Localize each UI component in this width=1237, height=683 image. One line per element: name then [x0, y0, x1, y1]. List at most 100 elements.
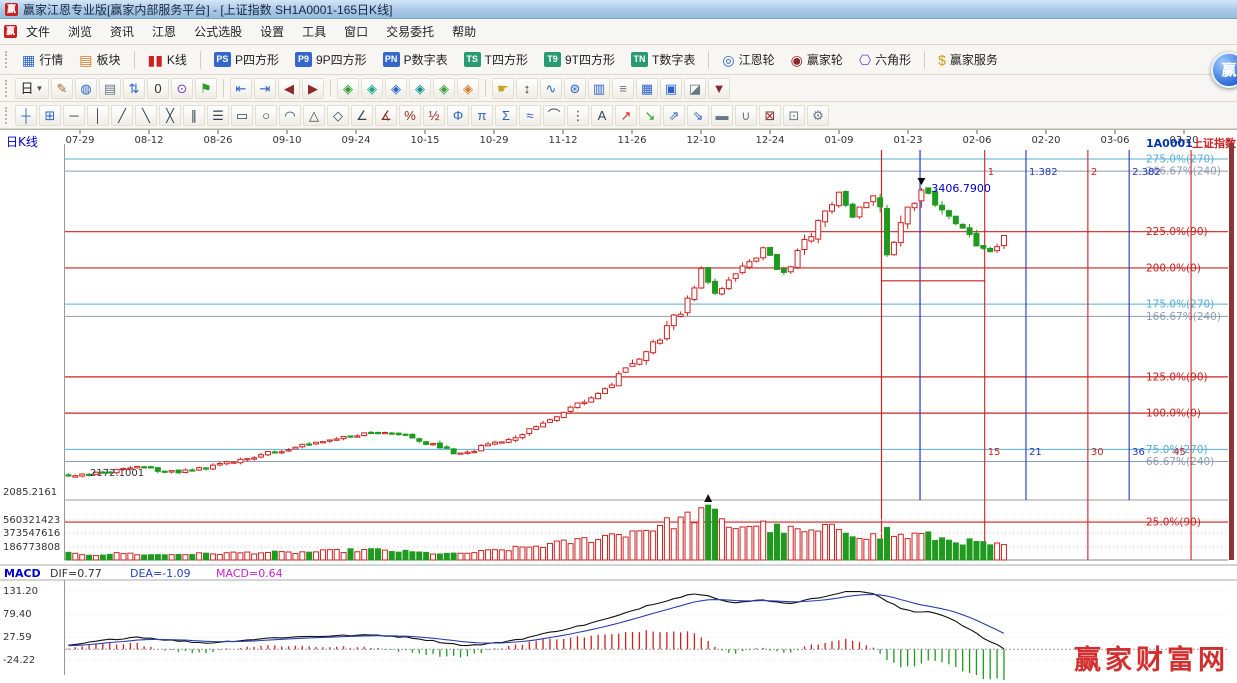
arc-tool-icon[interactable]: ◠ — [279, 105, 301, 126]
svg-text:560321423: 560321423 — [3, 515, 60, 526]
parallel-lines-tool-icon[interactable]: ☰ — [207, 105, 229, 126]
trend-down-line-tool-icon-glyph: ╲ — [142, 109, 150, 122]
winner-service-button[interactable]: $赢家服务 — [931, 47, 1005, 72]
go-last-icon[interactable]: ⇥ — [254, 78, 276, 99]
wave-count-tool-icon[interactable]: ≈ — [519, 105, 541, 126]
copy-data-icon[interactable]: ▤ — [99, 78, 121, 99]
t9-square-button[interactable]: T99T四方形 — [537, 47, 622, 72]
vertical-line-tool-icon[interactable]: │ — [87, 105, 109, 126]
ellipse-tool-icon-glyph: ○ — [262, 109, 270, 122]
trend-down-line-tool-icon[interactable]: ╲ — [135, 105, 157, 126]
diamond-tool-icon[interactable]: ◇ — [327, 105, 349, 126]
p-number-table-button[interactable]: PNP数字表 — [376, 47, 455, 72]
menu-1[interactable]: 文件 — [17, 19, 59, 44]
winner-wheel-button-label: 赢家轮 — [807, 51, 843, 68]
panel-layout-icon[interactable]: ▣ — [660, 78, 682, 99]
menu-8[interactable]: 窗口 — [335, 19, 377, 44]
channel-tool-icon[interactable]: ∥ — [183, 105, 205, 126]
angle-tool-icon[interactable]: ∠ — [351, 105, 373, 126]
export-icon[interactable]: ▼ — [708, 78, 730, 99]
settings-tool-icon-glyph: ⚙ — [812, 109, 824, 122]
go-first-icon[interactable]: ⇤ — [230, 78, 252, 99]
stamp-tool-icon[interactable]: ✎ — [51, 78, 73, 99]
prev-bar-icon[interactable]: ◀ — [278, 78, 300, 99]
menu-3[interactable]: 资讯 — [101, 19, 143, 44]
ellipse-tool-icon[interactable]: ○ — [255, 105, 277, 126]
zoom-icon[interactable]: ⊙ — [171, 78, 193, 99]
triangle-tool-icon[interactable]: △ — [303, 105, 325, 126]
reset-zero-icon[interactable]: 0 — [147, 78, 169, 99]
playback-flag-icon[interactable]: ⚑ — [195, 78, 217, 99]
pi-tool-icon[interactable]: π — [471, 105, 493, 126]
prev-bar-icon-glyph: ◀ — [284, 82, 294, 95]
menu-9[interactable]: 交易委托 — [377, 19, 443, 44]
golden-ratio-tool-icon[interactable]: Φ — [447, 105, 469, 126]
sectors-button[interactable]: ▤板块 — [72, 47, 127, 72]
text-note-tool-icon[interactable]: A — [591, 105, 613, 126]
channel-tool-icon-glyph: ∥ — [191, 109, 198, 122]
t-number-table-button[interactable]: TNT数字表 — [624, 47, 702, 72]
sectors-button-label: 板块 — [96, 51, 120, 68]
t-square-button[interactable]: TST四方形 — [457, 47, 535, 72]
trend-up-line-tool-icon[interactable]: ╱ — [111, 105, 133, 126]
gann-diamond-x-icon[interactable]: ◈ — [409, 78, 431, 99]
ruler-tool-icon[interactable]: ▬ — [711, 105, 733, 126]
gann-diamond-plus-icon[interactable]: ◈ — [337, 78, 359, 99]
gann-diamond-dot-icon[interactable]: ◈ — [457, 78, 479, 99]
gann-fan-tool-icon[interactable]: ∡ — [375, 105, 397, 126]
hexagon-button[interactable]: ⎔六角形 — [852, 47, 918, 72]
next-bar-icon[interactable]: ▶ — [302, 78, 324, 99]
menu-4[interactable]: 江恩 — [143, 19, 185, 44]
time-division-tool-icon[interactable]: ⋮ — [567, 105, 589, 126]
arrow-down-tool-icon[interactable]: ↘ — [639, 105, 661, 126]
menu-10[interactable]: 帮助 — [443, 19, 485, 44]
sum-tool-icon[interactable]: Σ — [495, 105, 517, 126]
parallel-lines-tool-icon-glyph: ☰ — [212, 109, 224, 122]
quotes-button[interactable]: ▦行情 — [15, 47, 70, 72]
lock-tool-icon[interactable]: ⊡ — [783, 105, 805, 126]
compress-tool-icon[interactable]: ⇘ — [687, 105, 709, 126]
p-square-button[interactable]: PSP四方形 — [207, 47, 286, 72]
half-ratio-tool-icon-glyph: ½ — [429, 109, 440, 122]
menu-5[interactable]: 公式选股 — [185, 19, 251, 44]
kline-chart-svg[interactable]: 07-2908-1208-2609-1009-2410-1510-2911-12… — [0, 129, 1237, 683]
wave-line-icon[interactable]: ∿ — [540, 78, 562, 99]
erase-tool-icon[interactable]: ⊠ — [759, 105, 781, 126]
grid-tool-icon[interactable]: ⊞ — [39, 105, 61, 126]
winner-wheel-button[interactable]: ◉赢家轮 — [784, 47, 850, 72]
rectangle-tool-icon[interactable]: ▭ — [231, 105, 253, 126]
p9-square-button[interactable]: P99P四方形 — [288, 47, 374, 72]
fib-arc-tool-icon-glyph: ⌒ — [547, 109, 560, 122]
fib-arc-tool-icon[interactable]: ⌒ — [543, 105, 565, 126]
measure-vertical-icon[interactable]: ↕ — [516, 78, 538, 99]
chart-area[interactable]: 07-2908-1208-2609-1009-2410-1510-2911-12… — [0, 129, 1237, 683]
chart-grid-icon[interactable]: ▦ — [636, 78, 658, 99]
menu-7[interactable]: 工具 — [293, 19, 335, 44]
svg-text:MACD: MACD — [4, 567, 41, 580]
horizontal-line-tool-icon[interactable]: ─ — [63, 105, 85, 126]
gann-diamond-lines-icon[interactable]: ◈ — [433, 78, 455, 99]
gann-diamond-cross-icon[interactable]: ◈ — [385, 78, 407, 99]
sort-updown-icon[interactable]: ⇅ — [123, 78, 145, 99]
period-selector[interactable]: 日▼ — [15, 78, 49, 99]
half-ratio-tool-icon[interactable]: ½ — [423, 105, 445, 126]
toolbar-grip — [5, 107, 8, 124]
menu-6[interactable]: 设置 — [251, 19, 293, 44]
percent-tool-icon[interactable]: % — [399, 105, 421, 126]
save-image-icon[interactable]: ◪ — [684, 78, 706, 99]
gann-wheel-button[interactable]: ◎江恩轮 — [715, 47, 781, 72]
settings-tool-icon[interactable]: ⚙ — [807, 105, 829, 126]
cross-lines-tool-icon[interactable]: ╳ — [159, 105, 181, 126]
pan-hand-icon[interactable]: ☛ — [492, 78, 514, 99]
gann-web-icon[interactable]: ⊛ — [564, 78, 586, 99]
gann-diamond-grid-icon[interactable]: ◈ — [361, 78, 383, 99]
statistics-icon[interactable]: ▥ — [588, 78, 610, 99]
formula-icon[interactable]: ≡ — [612, 78, 634, 99]
expand-tool-icon[interactable]: ⇗ — [663, 105, 685, 126]
arrow-up-tool-icon[interactable]: ↗ — [615, 105, 637, 126]
menu-2[interactable]: 浏览 — [59, 19, 101, 44]
magnet-tool-icon[interactable]: ∪ — [735, 105, 757, 126]
web-info-icon[interactable]: ◍ — [75, 78, 97, 99]
crosshair-tool-icon[interactable]: ┼ — [15, 105, 37, 126]
kline-button[interactable]: ▮▮K线 — [141, 47, 194, 72]
